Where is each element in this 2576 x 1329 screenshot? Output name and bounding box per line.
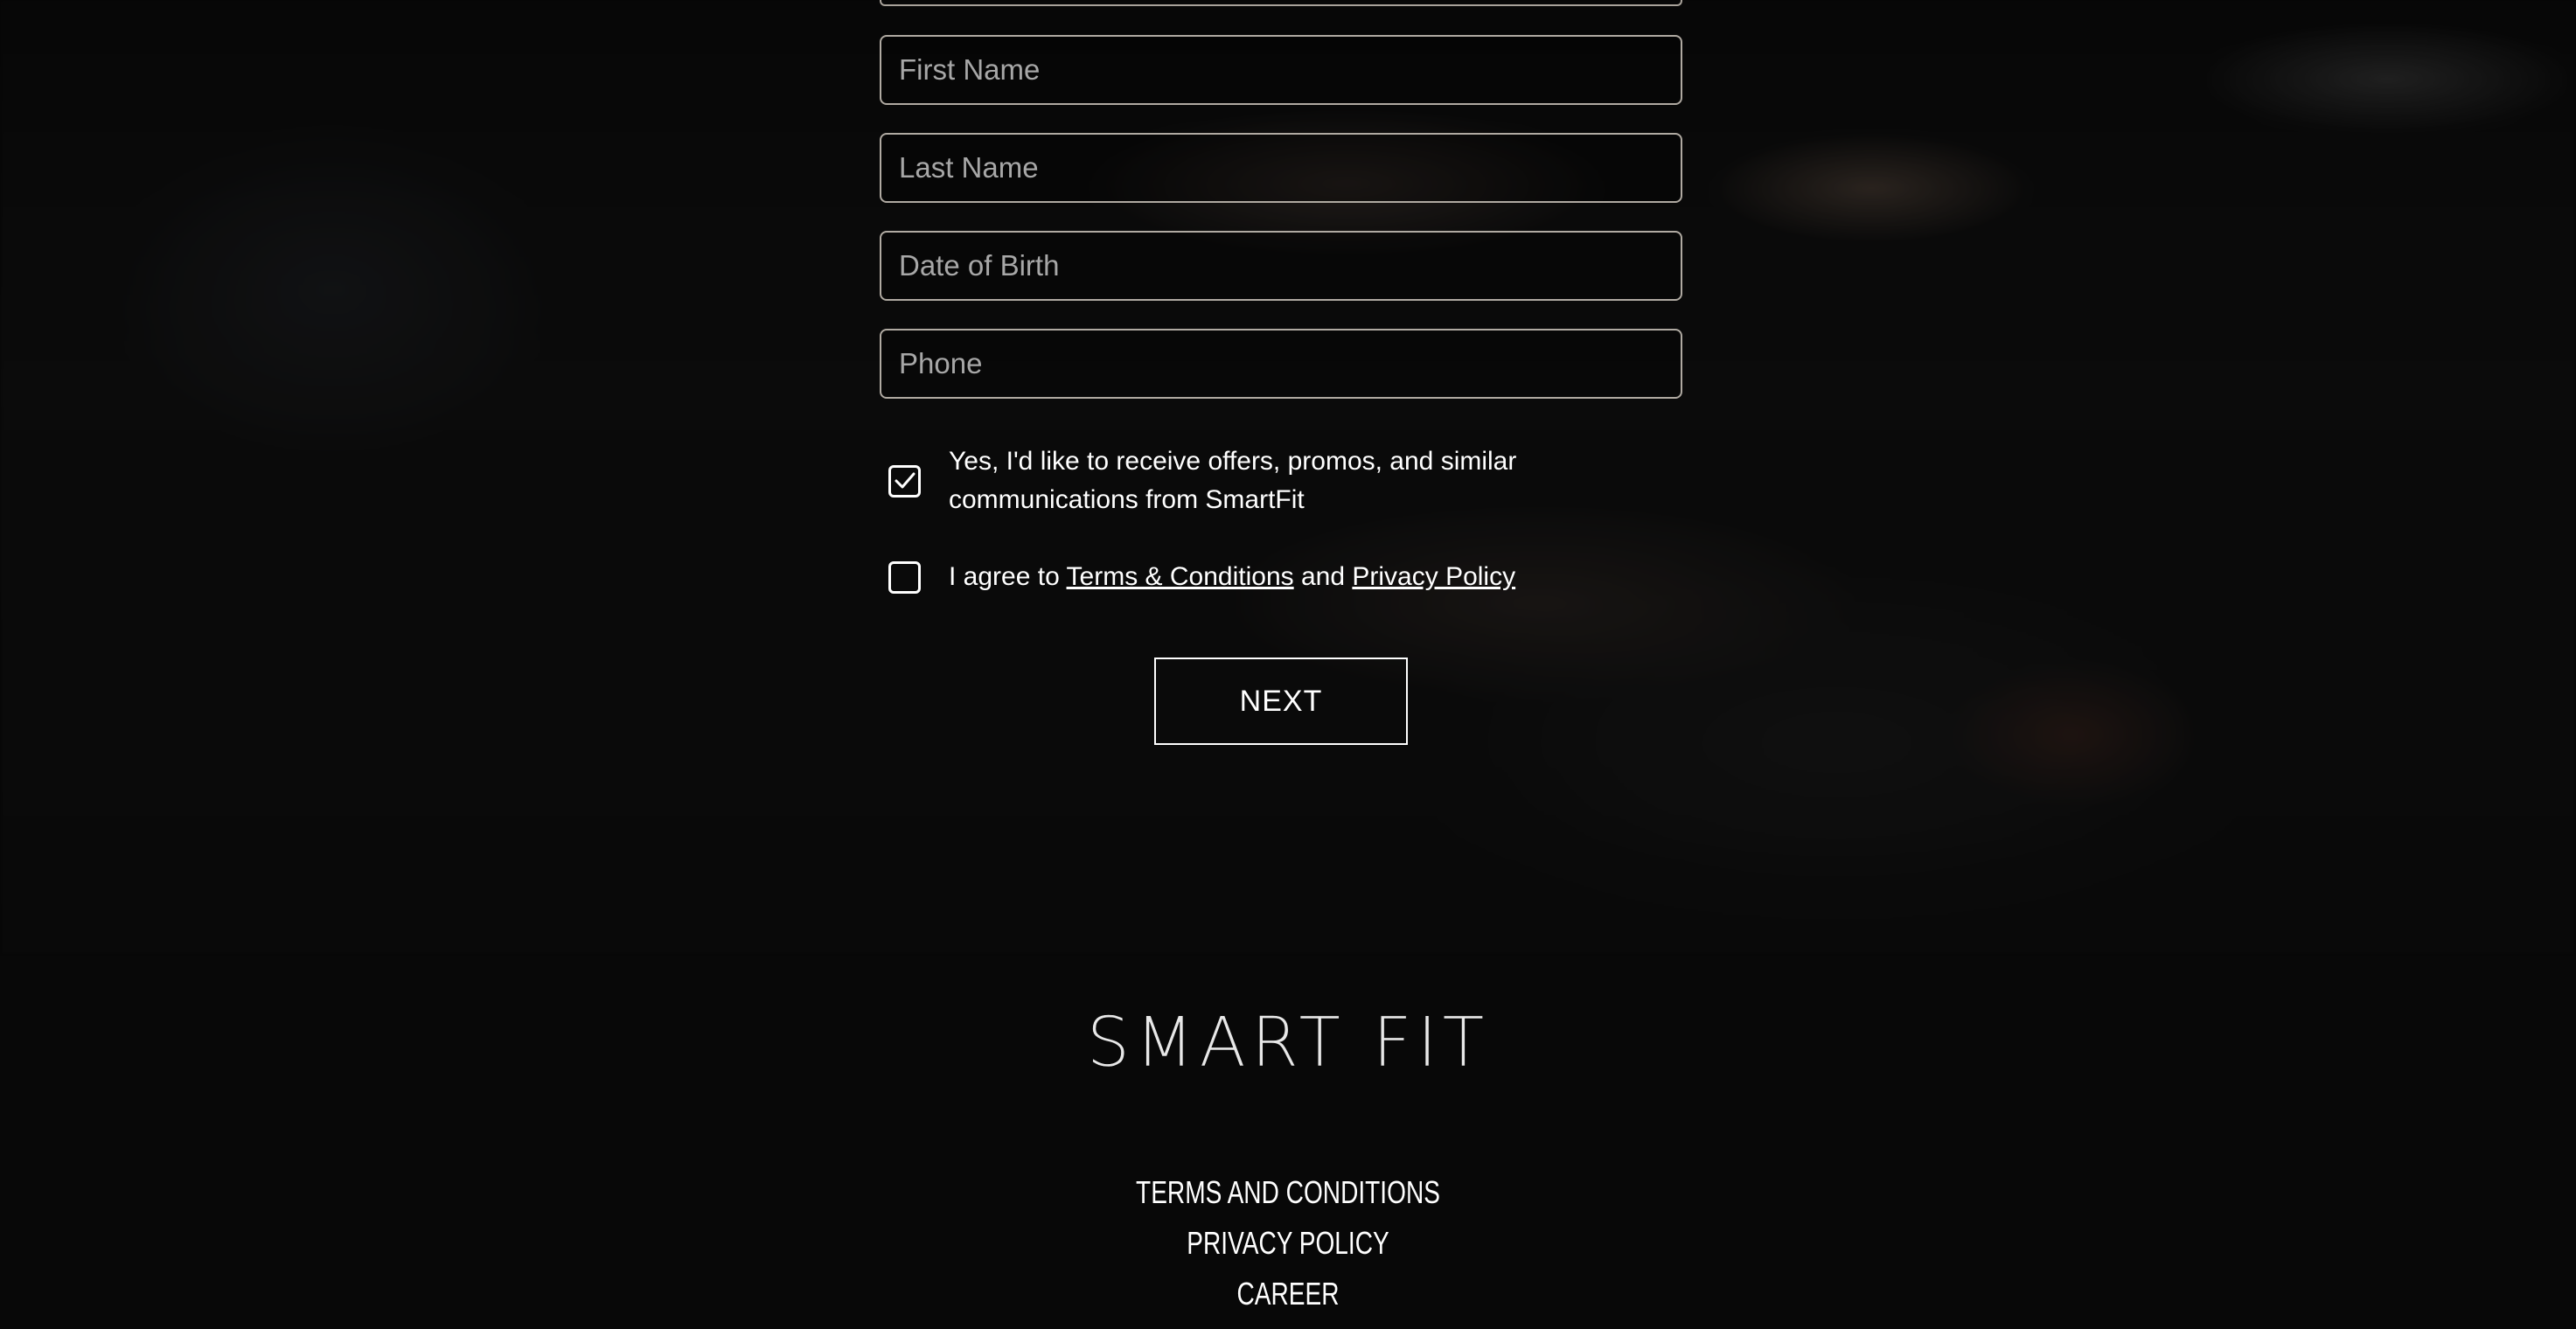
terms-conditions-link[interactable]: Terms & Conditions <box>1067 562 1294 591</box>
terms-agree-prefix: I agree to <box>949 562 1067 591</box>
first-name-input[interactable] <box>880 35 1682 105</box>
terms-agree-checkbox[interactable] <box>888 560 921 594</box>
privacy-policy-link[interactable]: Privacy Policy <box>1352 562 1515 591</box>
signup-form <box>880 35 1682 427</box>
terms-agree-label: I agree to Terms & Conditions and Privac… <box>949 558 1515 596</box>
offers-opt-in-row: Yes, I'd like to receive offers, promos,… <box>888 442 1516 519</box>
checkmark-icon <box>895 472 915 489</box>
footer-career-link[interactable]: CAREER <box>283 1269 2293 1319</box>
last-name-input[interactable] <box>880 133 1682 203</box>
previous-field-edge <box>880 0 1682 6</box>
phone-input[interactable] <box>880 329 1682 399</box>
offers-opt-in-checkbox[interactable] <box>888 464 921 498</box>
footer-terms-link[interactable]: TERMS AND CONDITIONS <box>283 1167 2293 1218</box>
smartfit-logo[interactable]: SMART FIT <box>0 1004 2576 1083</box>
footer-privacy-link[interactable]: PRIVACY POLICY <box>283 1218 2293 1269</box>
offers-opt-in-label: Yes, I'd like to receive offers, promos,… <box>949 442 1516 519</box>
terms-agree-and: and <box>1293 562 1353 591</box>
terms-agree-row: I agree to Terms & Conditions and Privac… <box>888 558 1515 596</box>
date-of-birth-input[interactable] <box>880 231 1682 301</box>
footer-links: TERMS AND CONDITIONS PRIVACY POLICY CARE… <box>0 1167 2576 1319</box>
offers-opt-in-line1: Yes, I'd like to receive offers, promos,… <box>949 447 1517 476</box>
next-button[interactable]: NEXT <box>1154 658 1408 745</box>
offers-opt-in-line2: communications from SmartFit <box>949 485 1305 514</box>
